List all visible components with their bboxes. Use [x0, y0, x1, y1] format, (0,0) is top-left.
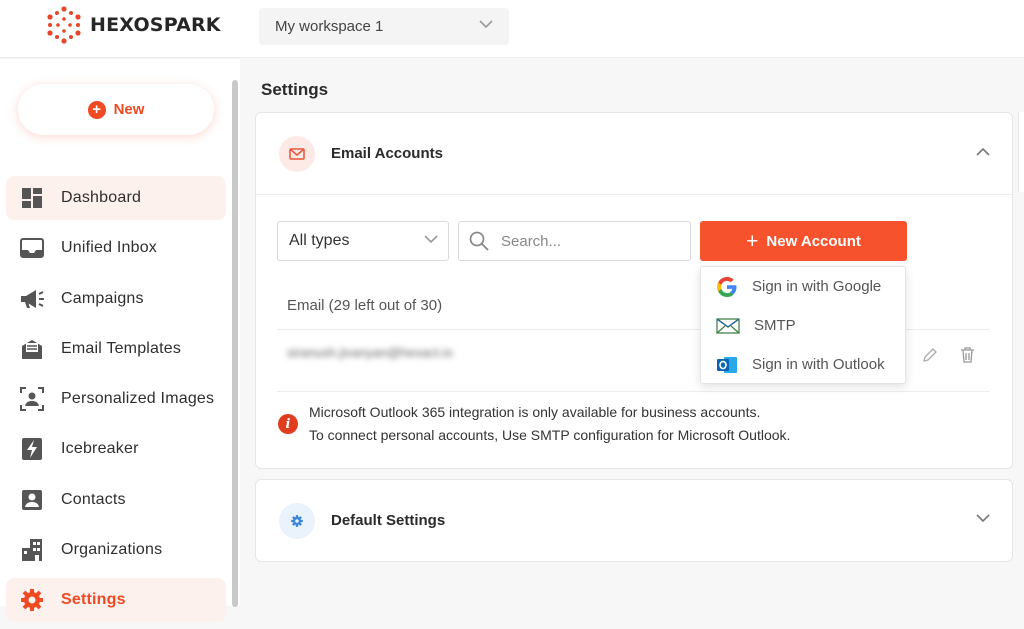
trash-icon[interactable] — [960, 347, 975, 363]
contact-card-icon — [19, 487, 45, 513]
dashboard-icon — [19, 185, 45, 211]
new-account-menu: Sign in with Google SMTP Sign in with Ou… — [700, 266, 906, 384]
sidebar-item-icebreaker[interactable]: Icebreaker — [6, 427, 226, 471]
lightning-icon — [19, 436, 45, 462]
menu-item-label: Sign in with Outlook — [752, 356, 885, 373]
brand-name: HEXOSPARK — [90, 14, 221, 36]
smtp-envelope-icon — [716, 317, 740, 334]
new-button-label: New — [113, 101, 145, 118]
outlook-icon — [717, 356, 737, 373]
sidebar-item-settings[interactable]: Settings — [6, 578, 226, 623]
sidebar-item-unified-inbox[interactable]: Unified Inbox — [6, 226, 226, 270]
menu-item-label: Sign in with Google — [752, 278, 882, 295]
sidebar-item-label: Dashboard — [61, 189, 142, 206]
search-placeholder: Search... — [501, 232, 562, 250]
sidebar-item-campaigns[interactable]: Campaigns — [6, 277, 226, 321]
sidebar-item-label: Icebreaker — [61, 440, 139, 458]
sidebar-item-label: Settings — [61, 591, 126, 609]
filter-value: All types — [289, 232, 350, 249]
megaphone-icon — [19, 286, 45, 312]
sidebar-item-email-templates[interactable]: Email Templates — [6, 327, 226, 371]
person-frame-icon — [19, 386, 45, 412]
inbox-icon — [19, 235, 45, 261]
new-account-label: New Account — [766, 232, 861, 250]
sidebar-scrollbar[interactable] — [232, 80, 238, 607]
default-settings-panel[interactable]: Default Settings — [255, 479, 1013, 562]
workspace-selector[interactable]: My workspace 1 — [259, 8, 509, 45]
info-icon: i — [278, 414, 298, 434]
plus-icon: + — [746, 229, 759, 253]
gear-icon — [19, 587, 45, 613]
chevron-up-icon[interactable] — [976, 147, 990, 156]
brand-logo[interactable]: HEXOSPARK — [44, 5, 221, 45]
building-icon — [19, 537, 45, 563]
chevron-down-icon — [479, 20, 493, 29]
sidebar-item-label: Email Templates — [61, 339, 182, 357]
menu-item-sign-in-outlook[interactable]: Sign in with Outlook — [701, 345, 905, 384]
email-icon — [279, 135, 315, 172]
email-accounts-header[interactable]: Email Accounts — [256, 113, 1012, 195]
menu-item-sign-in-google[interactable]: Sign in with Google — [701, 267, 905, 306]
default-settings-title: Default Settings — [331, 512, 446, 529]
top-bar: HEXOSPARK My workspace 1 — [0, 0, 1024, 58]
sidebar-item-label: Unified Inbox — [61, 239, 157, 257]
plus-icon: + — [87, 100, 106, 119]
hexospark-logo-icon — [47, 6, 81, 44]
panel-edge — [1018, 112, 1024, 192]
new-button[interactable]: + New — [18, 84, 214, 135]
info-line-2: To connect personal accounts, Use SMTP c… — [309, 427, 791, 443]
email-count-label: Email (29 left out of 30) — [287, 297, 443, 314]
sidebar-item-label: Contacts — [61, 490, 126, 508]
sidebar-item-dashboard[interactable]: Dashboard — [6, 176, 226, 220]
sidebar-item-contacts[interactable]: Contacts — [6, 478, 226, 522]
sidebar-item-label: Organizations — [61, 541, 163, 559]
sidebar-nav: Dashboard Unified Inbox Campaigns Email … — [6, 176, 226, 629]
email-accounts-title: Email Accounts — [331, 145, 443, 162]
search-icon — [469, 231, 489, 251]
menu-item-label: SMTP — [754, 317, 796, 334]
outlook-info-note: i Microsoft Outlook 365 integration is o… — [278, 401, 790, 447]
edit-pencil-icon[interactable] — [922, 347, 938, 363]
chevron-down-icon — [424, 235, 438, 244]
google-icon — [717, 276, 737, 297]
gear-icon — [279, 502, 315, 539]
sidebar-item-label: Personalized Images — [61, 390, 215, 408]
account-email: siranush.jivanyan@hexact.io — [287, 345, 453, 360]
sidebar-item-personalized-images[interactable]: Personalized Images — [6, 377, 226, 421]
search-input[interactable]: Search... — [458, 221, 691, 261]
workspace-name: My workspace 1 — [275, 18, 384, 35]
divider — [277, 391, 990, 392]
info-line-1: Microsoft Outlook 365 integration is onl… — [309, 404, 761, 420]
row-actions — [922, 347, 975, 363]
new-account-button[interactable]: + New Account — [700, 221, 907, 261]
sidebar-item-organizations[interactable]: Organizations — [6, 528, 226, 572]
menu-item-smtp[interactable]: SMTP — [701, 306, 905, 345]
account-type-filter[interactable]: All types — [277, 221, 449, 261]
envelope-template-icon — [19, 336, 45, 362]
sidebar-item-label: Campaigns — [61, 289, 144, 307]
chevron-down-icon[interactable] — [976, 514, 990, 523]
page-title: Settings — [261, 80, 329, 99]
